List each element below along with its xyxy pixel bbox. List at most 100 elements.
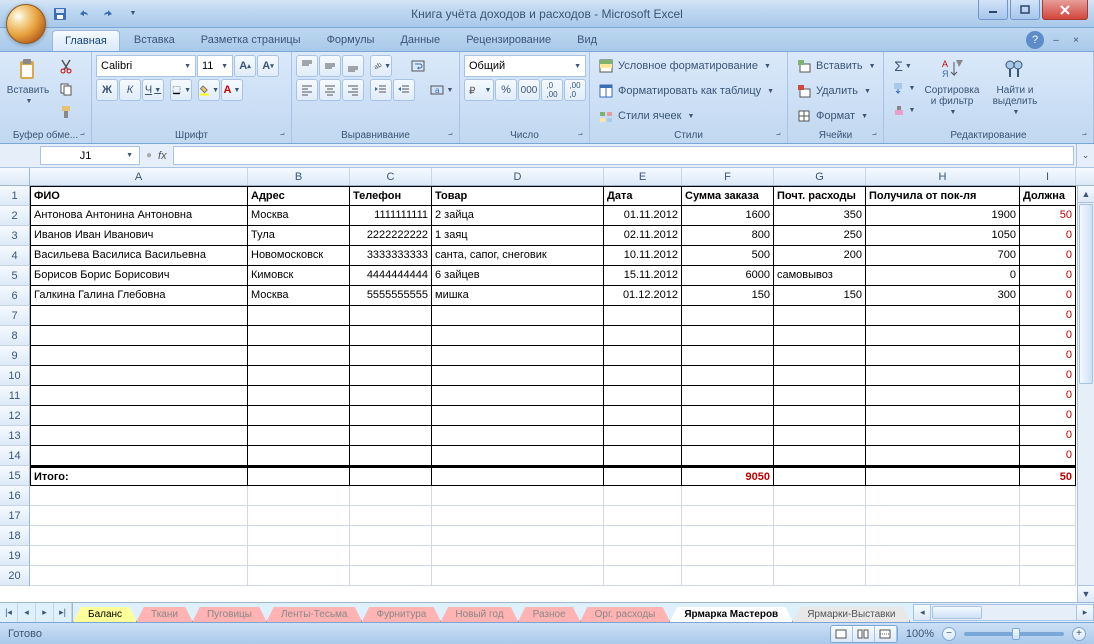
close-button[interactable] bbox=[1042, 0, 1088, 20]
cell[interactable] bbox=[604, 466, 682, 486]
vscroll-thumb[interactable] bbox=[1079, 204, 1093, 384]
cell[interactable] bbox=[682, 306, 774, 326]
cell[interactable] bbox=[682, 446, 774, 466]
cell[interactable] bbox=[866, 346, 1020, 366]
cell[interactable]: 250 bbox=[774, 226, 866, 246]
cell[interactable] bbox=[1020, 566, 1076, 586]
qat-customize-icon[interactable]: ▼ bbox=[122, 4, 142, 24]
cell[interactable] bbox=[866, 546, 1020, 566]
scroll-left-icon[interactable]: ◂ bbox=[914, 605, 931, 620]
cell[interactable]: 1 заяц bbox=[432, 226, 604, 246]
cell[interactable] bbox=[432, 466, 604, 486]
cell[interactable] bbox=[866, 446, 1020, 466]
cell[interactable] bbox=[774, 546, 866, 566]
cell[interactable]: Должна bbox=[1020, 186, 1076, 206]
cell[interactable]: 2 зайца bbox=[432, 206, 604, 226]
row-header-10[interactable]: 10 bbox=[0, 366, 30, 386]
align-center-icon[interactable] bbox=[319, 79, 341, 101]
cell[interactable]: Товар bbox=[432, 186, 604, 206]
font-color-icon[interactable]: A▼ bbox=[221, 79, 243, 101]
underline-icon[interactable]: Ч▼ bbox=[142, 79, 164, 101]
increase-decimal-icon[interactable]: ,0,00 bbox=[541, 79, 563, 101]
cell[interactable] bbox=[432, 566, 604, 586]
cell[interactable] bbox=[866, 306, 1020, 326]
align-bottom-icon[interactable] bbox=[342, 55, 364, 77]
cell[interactable] bbox=[682, 406, 774, 426]
sheet-tab-Пуговицы[interactable]: Пуговицы bbox=[192, 607, 267, 623]
tab-разметка страницы[interactable]: Разметка страницы bbox=[189, 30, 313, 51]
cell[interactable] bbox=[248, 566, 350, 586]
cell[interactable] bbox=[248, 406, 350, 426]
cell[interactable] bbox=[350, 346, 432, 366]
tab-главная[interactable]: Главная bbox=[52, 30, 120, 51]
cell[interactable] bbox=[350, 446, 432, 466]
cell[interactable]: Получила от пок-ля bbox=[866, 186, 1020, 206]
page-break-view-icon[interactable] bbox=[875, 626, 897, 642]
cell[interactable]: Борисов Борис Борисович bbox=[30, 266, 248, 286]
cell[interactable] bbox=[350, 386, 432, 406]
cell[interactable] bbox=[432, 546, 604, 566]
cell[interactable]: Кимовск bbox=[248, 266, 350, 286]
cell[interactable]: 0 bbox=[1020, 306, 1076, 326]
decrease-font-icon[interactable]: A▾ bbox=[257, 55, 279, 77]
cell[interactable] bbox=[866, 486, 1020, 506]
tab-вставка[interactable]: Вставка bbox=[122, 30, 187, 51]
number-format-select[interactable]: Общий▼ bbox=[464, 55, 586, 77]
merge-icon[interactable]: a▼ bbox=[421, 79, 461, 101]
cell[interactable]: 0 bbox=[1020, 286, 1076, 306]
cell[interactable]: 0 bbox=[1020, 266, 1076, 286]
format-painter-icon[interactable] bbox=[55, 101, 77, 123]
cell[interactable]: Антонова Антонина Антоновна bbox=[30, 206, 248, 226]
sheet-last-icon[interactable]: ▸| bbox=[54, 603, 72, 622]
sheet-first-icon[interactable]: |◂ bbox=[0, 603, 18, 622]
row-header-11[interactable]: 11 bbox=[0, 386, 30, 406]
cell[interactable] bbox=[866, 526, 1020, 546]
cell[interactable] bbox=[682, 546, 774, 566]
zoom-in-icon[interactable]: + bbox=[1072, 627, 1086, 641]
cell[interactable] bbox=[682, 566, 774, 586]
cell[interactable]: 2222222222 bbox=[350, 226, 432, 246]
border-icon[interactable]: ▼ bbox=[170, 79, 192, 101]
cell[interactable] bbox=[866, 326, 1020, 346]
cell[interactable] bbox=[604, 486, 682, 506]
cell[interactable]: 800 bbox=[682, 226, 774, 246]
cell[interactable] bbox=[350, 366, 432, 386]
cell[interactable] bbox=[866, 466, 1020, 486]
zoom-out-icon[interactable]: − bbox=[942, 627, 956, 641]
cell[interactable] bbox=[350, 566, 432, 586]
sheet-tab-Новый год[interactable]: Новый год bbox=[440, 607, 518, 623]
cell[interactable] bbox=[248, 426, 350, 446]
cell[interactable] bbox=[604, 526, 682, 546]
cell[interactable]: 0 bbox=[1020, 366, 1076, 386]
cell[interactable] bbox=[774, 366, 866, 386]
fill-icon[interactable]: ▼ bbox=[888, 77, 918, 99]
font-name-select[interactable]: Calibri▼ bbox=[96, 55, 196, 77]
row-header-9[interactable]: 9 bbox=[0, 346, 30, 366]
cell[interactable] bbox=[248, 306, 350, 326]
cell[interactable] bbox=[350, 546, 432, 566]
save-icon[interactable] bbox=[50, 4, 70, 24]
sheet-tab-Разное[interactable]: Разное bbox=[518, 607, 581, 623]
decrease-decimal-icon[interactable]: ,00,0 bbox=[564, 79, 586, 101]
cell[interactable]: 6000 bbox=[682, 266, 774, 286]
orientation-icon[interactable]: ab▼ bbox=[370, 55, 392, 77]
cell[interactable]: Итого: bbox=[30, 466, 248, 486]
sheet-tab-Ярмарки-Выставки[interactable]: Ярмарки-Выставки bbox=[792, 607, 910, 623]
cell[interactable] bbox=[604, 306, 682, 326]
cell[interactable]: Почт. расходы bbox=[774, 186, 866, 206]
row-header-19[interactable]: 19 bbox=[0, 546, 30, 566]
cell[interactable] bbox=[30, 426, 248, 446]
cell[interactable]: 200 bbox=[774, 246, 866, 266]
cell[interactable]: Дата bbox=[604, 186, 682, 206]
row-header-8[interactable]: 8 bbox=[0, 326, 30, 346]
cell[interactable] bbox=[866, 426, 1020, 446]
align-top-icon[interactable] bbox=[296, 55, 318, 77]
fill-color-icon[interactable]: ▼ bbox=[198, 79, 220, 101]
page-layout-view-icon[interactable] bbox=[853, 626, 875, 642]
cell[interactable]: 300 bbox=[866, 286, 1020, 306]
tab-данные[interactable]: Данные bbox=[388, 30, 452, 51]
row-header-14[interactable]: 14 bbox=[0, 446, 30, 466]
cell[interactable] bbox=[866, 406, 1020, 426]
cell[interactable] bbox=[604, 546, 682, 566]
undo-icon[interactable] bbox=[74, 4, 94, 24]
